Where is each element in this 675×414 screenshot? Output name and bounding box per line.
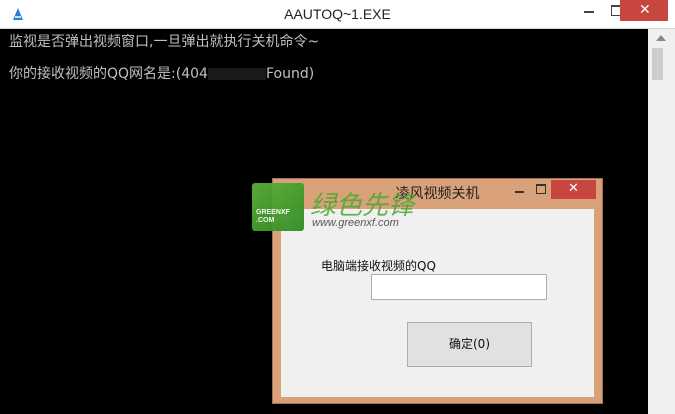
close-icon: ✕ <box>568 181 579 196</box>
watermark-logo-icon: GREENXF .COM <box>252 183 304 231</box>
qq-input[interactable] <box>371 274 547 300</box>
watermark-logo-text: GREENXF .COM <box>256 209 290 224</box>
console-line-qq-name-suffix: Found) <box>265 66 315 82</box>
console-line-qq-name-prefix: 你的接收视频的QQ网名是:(404 <box>9 66 208 82</box>
scroll-up-button[interactable] <box>648 29 675 47</box>
watermark: GREENXF .COM 绿色先锋 www.greenxf.com <box>252 183 442 235</box>
window-title: AAUTOQ~1.EXE <box>284 6 391 22</box>
minimize-icon <box>584 11 594 13</box>
maximize-icon <box>536 184 546 194</box>
vertical-scrollbar[interactable] <box>648 29 675 414</box>
qq-label: 电脑端接收视频的QQ <box>321 259 436 273</box>
minimize-icon <box>515 191 524 193</box>
console-line-monitor: 监视是否弹出视频窗口,一旦弹出就执行关机命令~ <box>9 34 320 50</box>
redacted-region <box>207 68 266 80</box>
console-line-qq-name: 你的接收视频的QQ网名是:(404 Found) <box>9 63 314 83</box>
chevron-up-icon <box>656 35 666 41</box>
minimize-button[interactable] <box>575 0 603 21</box>
close-button[interactable]: ✕ <box>620 0 668 21</box>
dialog-maximize-button[interactable] <box>531 182 551 196</box>
close-icon: ✕ <box>639 2 651 18</box>
watermark-url: www.greenxf.com <box>312 217 399 229</box>
dialog-minimize-button[interactable] <box>509 182 531 196</box>
dialog-client-area: 电脑端接收视频的QQ 确定(0) <box>281 209 594 397</box>
dialog-close-button[interactable]: ✕ <box>551 180 596 199</box>
scroll-thumb[interactable] <box>652 48 663 80</box>
ok-button[interactable]: 确定(0) <box>407 322 532 367</box>
console-titlebar: AAUTOQ~1.EXE ✕ <box>0 0 675 29</box>
